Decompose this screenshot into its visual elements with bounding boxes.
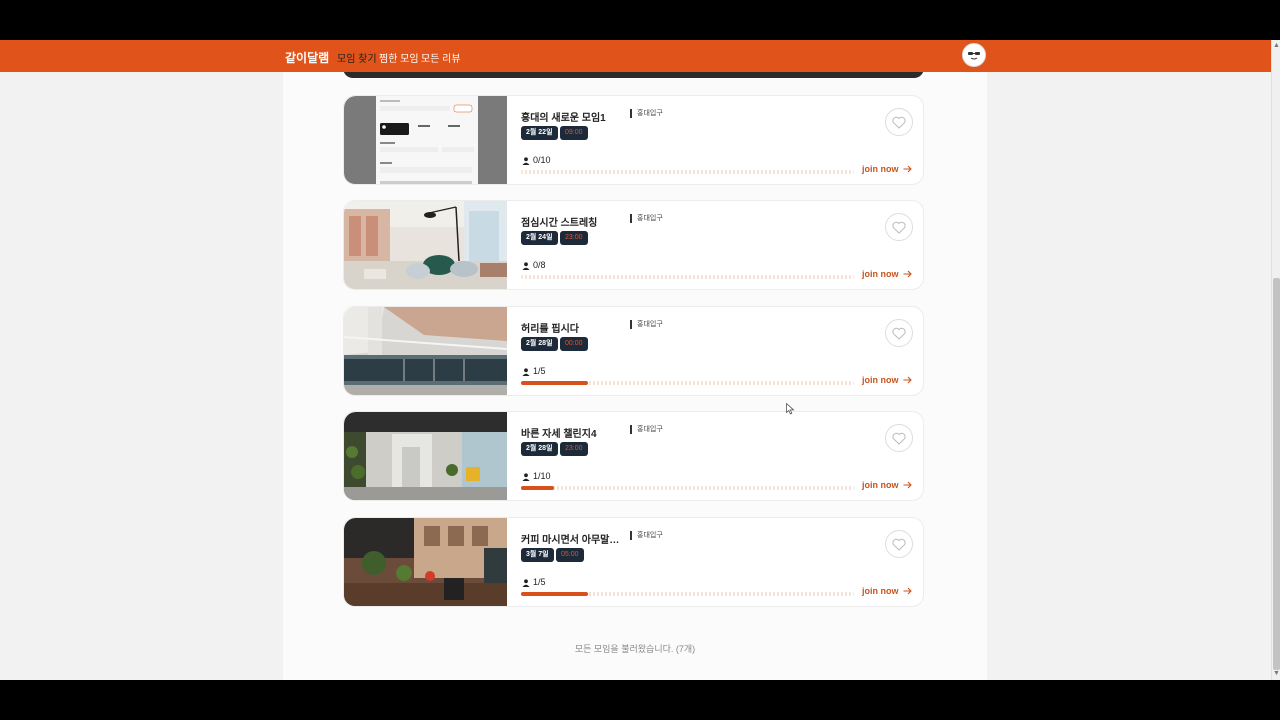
time-badge: 09:00	[560, 126, 588, 140]
gathering-image	[344, 96, 507, 184]
join-now-link[interactable]: join now	[862, 164, 912, 174]
person-icon	[522, 579, 530, 587]
gathering-image	[344, 518, 507, 606]
join-now-link[interactable]: join now	[862, 586, 912, 596]
person-icon	[522, 157, 530, 165]
gathering-location: 홍대입구	[630, 214, 663, 223]
heart-icon	[892, 432, 906, 445]
like-button[interactable]	[885, 319, 913, 347]
join-now-label: join now	[862, 269, 899, 279]
capacity-progress-bar	[521, 486, 854, 490]
capacity-progress-bar	[521, 275, 854, 279]
time-badge: 00:00	[560, 337, 588, 351]
participant-count: 1/5	[533, 366, 546, 376]
capacity-progress-bar	[521, 170, 854, 174]
gathering-location: 홍대입구	[630, 531, 663, 540]
capacity-progress-fill	[521, 592, 588, 596]
gathering-location: 홍대입구	[630, 425, 663, 434]
join-now-link[interactable]: join now	[862, 269, 912, 279]
avatar-face-icon	[968, 52, 980, 60]
nav-all-reviews[interactable]: 모든 리뷰	[421, 50, 461, 65]
top-navbar: 같이달램 모임 찾기 찜한 모임 모든 리뷰	[0, 40, 1271, 72]
time-badge: 23:00	[560, 231, 588, 245]
capacity-progress-fill	[521, 486, 555, 490]
all-loaded-message: 모든 모임을 불러왔습니다. (7개)	[574, 644, 696, 654]
join-now-link[interactable]: join now	[862, 480, 912, 490]
join-now-label: join now	[862, 480, 899, 490]
date-badge: 3월 7일	[521, 548, 554, 562]
heart-icon	[892, 221, 906, 234]
time-badge: 23:00	[560, 442, 588, 456]
gathering-image	[344, 412, 507, 500]
gathering-title: 점심시간 스트레칭	[521, 218, 598, 229]
gathering-card[interactable]: 허리를 핍시다 홍대입구 2월 28일 00:00 1/5 join now	[343, 306, 924, 396]
like-button[interactable]	[885, 530, 913, 558]
gathering-title: 바른 자세 챌린지4	[521, 429, 597, 440]
vertical-scrollbar[interactable]: ▲ ▼	[1271, 40, 1280, 680]
gathering-card[interactable]: 홍대의 새로운 모임1 홍대입구 2월 22일 09:00 0/10 join …	[343, 95, 924, 185]
like-button[interactable]	[885, 108, 913, 136]
gathering-title: 홍대의 새로운 모임1	[521, 113, 606, 124]
capacity-progress-fill	[521, 381, 588, 385]
participant-count: 0/10	[533, 155, 551, 165]
nav-saved-gatherings[interactable]: 찜한 모임	[379, 50, 419, 65]
join-now-link[interactable]: join now	[862, 375, 912, 385]
date-badge: 2월 28일	[521, 337, 558, 351]
date-badge: 2월 28일	[521, 442, 558, 456]
date-badge: 2월 22일	[521, 126, 558, 140]
mouse-cursor-icon	[786, 403, 795, 415]
person-icon	[522, 262, 530, 270]
capacity-progress-bar	[521, 381, 854, 385]
participant-count: 1/5	[533, 577, 546, 587]
arrow-right-icon	[903, 376, 912, 384]
gathering-card[interactable]: 커피 마시면서 아무말도 안... 홍대입구 3월 7일 05:00 1/5 j…	[343, 517, 924, 607]
join-now-label: join now	[862, 164, 899, 174]
like-button[interactable]	[885, 424, 913, 452]
join-now-label: join now	[862, 586, 899, 596]
participant-count: 0/8	[533, 260, 546, 270]
join-now-label: join now	[862, 375, 899, 385]
app-logo[interactable]: 같이달램	[285, 49, 329, 66]
gathering-location: 홍대입구	[630, 320, 663, 329]
person-icon	[522, 473, 530, 481]
arrow-right-icon	[903, 165, 912, 173]
scroll-down-arrow-icon[interactable]: ▼	[1273, 670, 1280, 678]
gathering-image	[344, 307, 507, 395]
arrow-right-icon	[903, 587, 912, 595]
participant-count: 1/10	[533, 471, 551, 481]
time-badge: 05:00	[556, 548, 584, 562]
gathering-card[interactable]: 바른 자세 챌린지4 홍대입구 2월 28일 23:00 1/10 join n…	[343, 411, 924, 501]
gathering-title: 커피 마시면서 아무말도 안...	[521, 535, 626, 546]
heart-icon	[892, 538, 906, 551]
browser-viewport: 같이달램 모임 찾기 찜한 모임 모든 리뷰 홍대의 새로운 모임1 홍대입구 …	[0, 40, 1280, 680]
gathering-card[interactable]: 점심시간 스트레칭 홍대입구 2월 24일 23:00 0/8 join now	[343, 200, 924, 290]
scrollbar-thumb[interactable]	[1273, 278, 1280, 670]
user-avatar[interactable]	[962, 43, 986, 67]
capacity-progress-bar	[521, 592, 854, 596]
nav-find-gatherings[interactable]: 모임 찾기	[337, 50, 377, 65]
gathering-image	[344, 201, 507, 289]
heart-icon	[892, 116, 906, 129]
date-badge: 2월 24일	[521, 231, 558, 245]
arrow-right-icon	[903, 481, 912, 489]
person-icon	[522, 368, 530, 376]
arrow-right-icon	[903, 270, 912, 278]
heart-icon	[892, 327, 906, 340]
scroll-up-arrow-icon[interactable]: ▲	[1273, 42, 1280, 50]
gathering-title: 허리를 핍시다	[521, 324, 579, 335]
like-button[interactable]	[885, 213, 913, 241]
gathering-location: 홍대입구	[630, 109, 663, 118]
